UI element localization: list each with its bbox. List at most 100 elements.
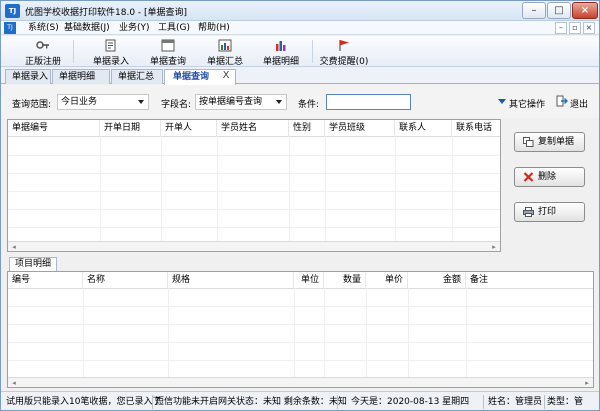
menu-tools[interactable]: 工具(G) [158, 22, 190, 34]
toolbar-separator [312, 40, 313, 63]
close-button[interactable]: × [572, 2, 598, 19]
copy-icon [523, 137, 534, 147]
mdi-restore-button[interactable]: ▫ [569, 22, 581, 34]
grid-line [8, 173, 500, 174]
col-gender[interactable]: 性别 [289, 120, 325, 136]
tab-receipt-entry[interactable]: 单据录入 [5, 69, 51, 84]
other-ops-button[interactable]: 其它操作 [509, 97, 545, 110]
status-separator [152, 395, 153, 409]
grid-line [366, 288, 367, 378]
detail-table[interactable]: 编号 名称 规格 单位 数量 单价 金额 备注 ◂ ▸ [7, 271, 594, 388]
condition-input[interactable] [326, 94, 411, 110]
grid-line [8, 324, 593, 325]
receipt-detail-label: 单据明细 [262, 57, 299, 67]
tab-item-details[interactable]: 项目明细 [9, 257, 58, 271]
trial-status: 试用版只能录入10笔收据，您已录入了 [6, 397, 162, 407]
receipt-detail-button[interactable]: 单据明细 [257, 37, 305, 67]
scroll-right-icon[interactable]: ▸ [583, 379, 591, 387]
status-separator [337, 395, 338, 409]
col-quantity[interactable]: 数量 [324, 272, 366, 288]
col-item-no[interactable]: 编号 [8, 272, 83, 288]
grid-line [8, 191, 500, 192]
menu-base-data[interactable]: 基础数据(J) [64, 22, 110, 34]
receipt-query-button[interactable]: 单据查询 [144, 37, 192, 67]
chevron-down-icon [276, 100, 282, 104]
field-value: 按单据编号查询 [199, 97, 263, 107]
scroll-right-icon[interactable]: ▸ [490, 243, 498, 251]
title-bar: TJ 优图学校收据打印软件18.0 - [单据查询] – □ × [1, 1, 599, 21]
receipt-entry-label: 单据录入 [92, 57, 129, 67]
scroll-left-icon[interactable]: ◂ [10, 243, 18, 251]
col-class[interactable]: 学员班级 [325, 120, 395, 136]
print-button[interactable]: 打印 [514, 202, 585, 222]
grid-line [83, 288, 84, 378]
window-title: 优图学校收据打印软件18.0 - [单据查询] [25, 8, 188, 18]
bar-chart-icon [276, 41, 286, 51]
horizontal-scrollbar[interactable]: ◂ ▸ [8, 241, 500, 251]
grid-line [8, 360, 593, 361]
toolbar: 正版注册 单据录入 单据查询 单据汇总 单据明细 交费提醒(0) [1, 36, 599, 67]
register-label: 正版注册 [24, 57, 61, 67]
tab-receipt-detail[interactable]: 单据明细 [52, 69, 110, 84]
menu-help[interactable]: 帮助(H) [198, 22, 230, 34]
copy-receipt-label: 复制单据 [538, 137, 575, 147]
range-label: 查询范围: [12, 100, 52, 110]
receipt-entry-button[interactable]: 单据录入 [87, 37, 135, 67]
grid-line [8, 155, 500, 156]
header-divider [8, 288, 593, 289]
menu-bar: TJ 系统(S) 基础数据(J) 业务(Y) 工具(G) 帮助(H) – ▫ × [1, 21, 599, 35]
col-phone[interactable]: 联系电话 [452, 120, 500, 136]
mdi-minimize-button[interactable]: – [555, 22, 567, 34]
doc-edit-icon [105, 39, 116, 52]
exit-icon [556, 95, 568, 107]
col-student-name[interactable]: 学员姓名 [217, 120, 289, 136]
user-type-status: 类型：管 [547, 397, 584, 407]
mdi-close-button[interactable]: × [583, 22, 595, 34]
delete-button[interactable]: 删除 [514, 167, 585, 187]
receipt-summary-button[interactable]: 单据汇总 [201, 37, 249, 67]
exit-button[interactable]: 退出 [570, 97, 588, 110]
receipt-query-label: 单据查询 [149, 57, 186, 67]
minimize-button[interactable]: – [522, 2, 546, 19]
flag-icon [339, 40, 349, 51]
range-select[interactable]: 今日业务 [57, 94, 149, 110]
document-tabs: 单据录入 单据明细 单据汇总 单据查询 X [1, 68, 599, 85]
menu-system[interactable]: 系统(S) [28, 22, 59, 34]
menu-business[interactable]: 业务(Y) [119, 22, 150, 34]
col-item-name[interactable]: 名称 [83, 272, 168, 288]
grid-line [8, 209, 500, 210]
col-receipt-no[interactable]: 单据编号 [8, 120, 100, 136]
filter-bar: 查询范围: 今日业务 字段名: 按单据编号查询 条件: 其它操作 退出 [1, 85, 599, 118]
tab-receipt-summary[interactable]: 单据汇总 [111, 69, 163, 84]
status-separator [544, 395, 545, 409]
register-button[interactable]: 正版注册 [19, 37, 67, 67]
grid-line [294, 288, 295, 378]
grid-line [8, 227, 500, 228]
col-unit[interactable]: 单位 [294, 272, 324, 288]
mdi-doc-icon: TJ [4, 22, 16, 34]
status-bar: 试用版只能录入10笔收据，您已录入了 短信功能未开启网关状态：未知 剩余条数：未… [1, 391, 599, 410]
col-contact[interactable]: 联系人 [395, 120, 452, 136]
main-window: TJ 优图学校收据打印软件18.0 - [单据查询] – □ × TJ 系统(S… [0, 0, 600, 411]
grid-line [408, 288, 409, 378]
horizontal-scrollbar[interactable]: ◂ ▸ [8, 377, 593, 387]
col-note[interactable]: 备注 [466, 272, 593, 288]
chevron-down-icon [138, 100, 144, 104]
sms-status: 短信功能未开启网关状态：未知 剩余条数：未知 [155, 397, 347, 407]
user-name-status: 姓名：管理员 [488, 397, 543, 407]
col-issuer[interactable]: 开单人 [161, 120, 217, 136]
status-separator [483, 395, 484, 409]
grid-line [168, 288, 169, 378]
col-amount[interactable]: 金额 [408, 272, 466, 288]
maximize-button[interactable]: □ [547, 2, 571, 19]
field-select[interactable]: 按单据编号查询 [195, 94, 287, 110]
grid-line [8, 306, 593, 307]
receipt-table[interactable]: 单据编号 开单日期 开单人 学员姓名 性别 学员班级 联系人 联系电话 ◂ ▸ [7, 119, 501, 252]
close-tab-icon[interactable]: X [220, 69, 232, 83]
fee-reminder-button[interactable]: 交费提醒(0) [316, 37, 372, 67]
copy-receipt-button[interactable]: 复制单据 [514, 132, 585, 152]
col-spec[interactable]: 规格 [168, 272, 294, 288]
col-unit-price[interactable]: 单价 [366, 272, 408, 288]
col-date[interactable]: 开单日期 [100, 120, 161, 136]
scroll-left-icon[interactable]: ◂ [10, 379, 18, 387]
